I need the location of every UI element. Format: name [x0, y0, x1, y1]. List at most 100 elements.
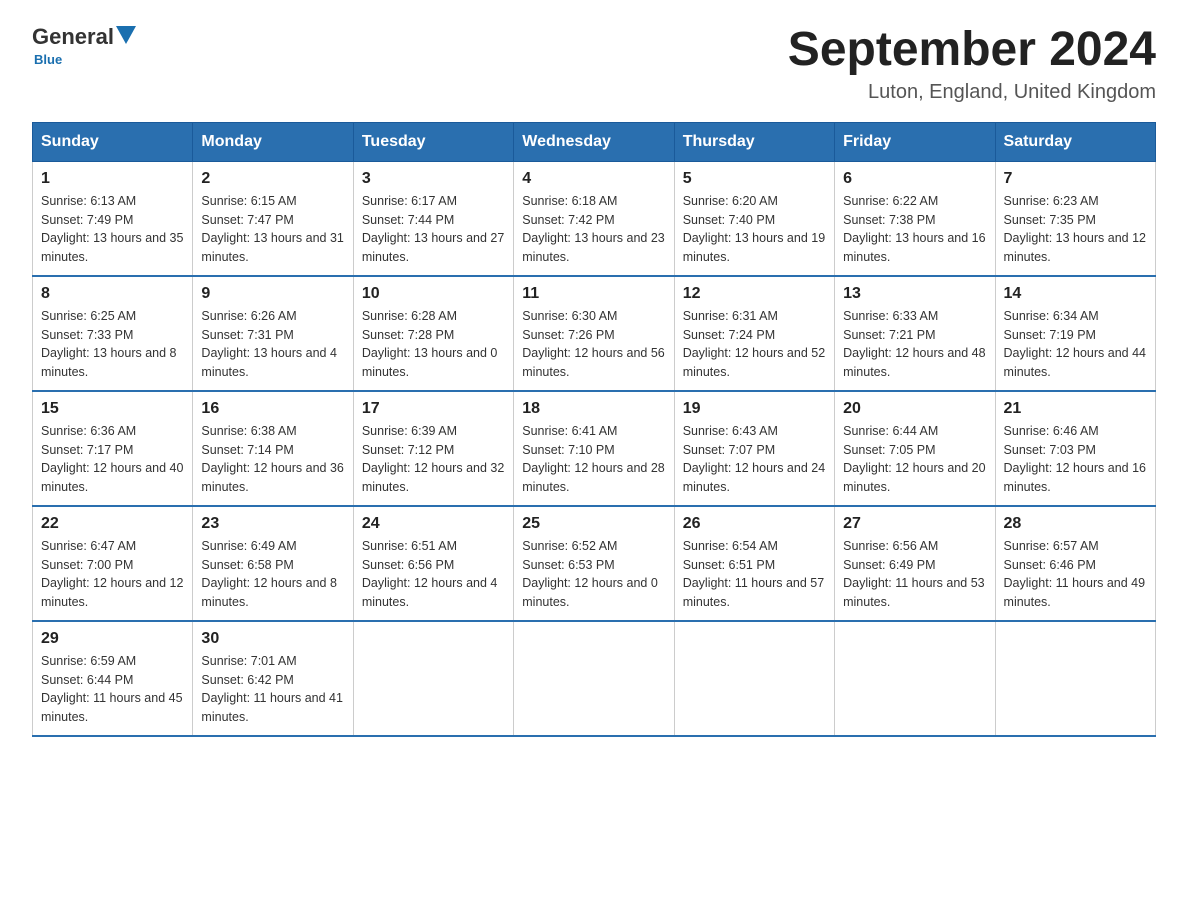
day-number: 7 [1004, 170, 1147, 188]
day-info: Sunrise: 7:01 AMSunset: 6:42 PMDaylight:… [201, 652, 344, 727]
day-number: 5 [683, 170, 826, 188]
logo-tagline: Blue [34, 52, 62, 67]
day-info: Sunrise: 6:28 AMSunset: 7:28 PMDaylight:… [362, 307, 505, 382]
day-info: Sunrise: 6:15 AMSunset: 7:47 PMDaylight:… [201, 192, 344, 267]
day-info: Sunrise: 6:44 AMSunset: 7:05 PMDaylight:… [843, 422, 986, 497]
calendar-cell: 18Sunrise: 6:41 AMSunset: 7:10 PMDayligh… [514, 391, 674, 506]
calendar-cell: 20 Sunrise: 6:44 AMSunset: 7:05 PMDayligh… [835, 391, 995, 506]
calendar-header-row: SundayMondayTuesdayWednesdayThursdayFrid… [33, 122, 1156, 161]
calendar-cell: 9Sunrise: 6:26 AMSunset: 7:31 PMDaylight… [193, 276, 353, 391]
day-info: Sunrise: 6:39 AMSunset: 7:12 PMDaylight:… [362, 422, 505, 497]
day-info: Sunrise: 6:18 AMSunset: 7:42 PMDaylight:… [522, 192, 665, 267]
calendar-header-friday: Friday [835, 122, 995, 161]
day-number: 23 [201, 515, 344, 533]
day-info: Sunrise: 6:52 AMSunset: 6:53 PMDaylight:… [522, 537, 665, 612]
day-number: 27 [843, 515, 986, 533]
calendar-header-sunday: Sunday [33, 122, 193, 161]
day-info: Sunrise: 6:26 AMSunset: 7:31 PMDaylight:… [201, 307, 344, 382]
calendar-cell: 29 Sunrise: 6:59 AMSunset: 6:44 PMDayligh… [33, 621, 193, 736]
calendar-week-row: 29 Sunrise: 6:59 AMSunset: 6:44 PMDayligh… [33, 621, 1156, 736]
day-info: Sunrise: 6:41 AMSunset: 7:10 PMDaylight:… [522, 422, 665, 497]
day-number: 13 [843, 285, 986, 303]
day-info: Sunrise: 6:59 AMSunset: 6:44 PMDaylight:… [41, 652, 184, 727]
day-number: 20 [843, 400, 986, 418]
day-info: Sunrise: 6:23 AMSunset: 7:35 PMDaylight:… [1004, 192, 1147, 267]
calendar-cell: 17Sunrise: 6:39 AMSunset: 7:12 PMDayligh… [353, 391, 513, 506]
day-info: Sunrise: 6:51 AMSunset: 6:56 PMDaylight:… [362, 537, 505, 612]
calendar-cell: 25 Sunrise: 6:52 AMSunset: 6:53 PMDayligh… [514, 506, 674, 621]
calendar-cell [353, 621, 513, 736]
calendar-cell [514, 621, 674, 736]
day-number: 22 [41, 515, 184, 533]
calendar-cell: 28 Sunrise: 6:57 AMSunset: 6:46 PMDayligh… [995, 506, 1155, 621]
day-number: 10 [362, 285, 505, 303]
calendar-cell: 6 Sunrise: 6:22 AMSunset: 7:38 PMDaylight… [835, 161, 995, 276]
calendar-cell: 11 Sunrise: 6:30 AMSunset: 7:26 PMDayligh… [514, 276, 674, 391]
calendar-cell: 21Sunrise: 6:46 AMSunset: 7:03 PMDayligh… [995, 391, 1155, 506]
day-info: Sunrise: 6:38 AMSunset: 7:14 PMDaylight:… [201, 422, 344, 497]
calendar-cell: 19 Sunrise: 6:43 AMSunset: 7:07 PMDayligh… [674, 391, 834, 506]
calendar-cell: 16 Sunrise: 6:38 AMSunset: 7:14 PMDayligh… [193, 391, 353, 506]
calendar-cell: 24 Sunrise: 6:51 AMSunset: 6:56 PMDayligh… [353, 506, 513, 621]
day-info: Sunrise: 6:34 AMSunset: 7:19 PMDaylight:… [1004, 307, 1147, 382]
day-number: 15 [41, 400, 184, 418]
calendar-header-saturday: Saturday [995, 122, 1155, 161]
calendar-cell: 27 Sunrise: 6:56 AMSunset: 6:49 PMDayligh… [835, 506, 995, 621]
page-subtitle: Luton, England, United Kingdom [788, 81, 1156, 104]
day-number: 28 [1004, 515, 1147, 533]
calendar-cell: 4 Sunrise: 6:18 AMSunset: 7:42 PMDaylight… [514, 161, 674, 276]
calendar-cell: 13 Sunrise: 6:33 AMSunset: 7:21 PMDayligh… [835, 276, 995, 391]
calendar-cell: 3Sunrise: 6:17 AMSunset: 7:44 PMDaylight… [353, 161, 513, 276]
day-info: Sunrise: 6:54 AMSunset: 6:51 PMDaylight:… [683, 537, 826, 612]
day-info: Sunrise: 6:17 AMSunset: 7:44 PMDaylight:… [362, 192, 505, 267]
calendar-cell: 14Sunrise: 6:34 AMSunset: 7:19 PMDayligh… [995, 276, 1155, 391]
calendar-header-thursday: Thursday [674, 122, 834, 161]
day-info: Sunrise: 6:33 AMSunset: 7:21 PMDaylight:… [843, 307, 986, 382]
day-number: 24 [362, 515, 505, 533]
calendar-cell [674, 621, 834, 736]
calendar-cell [835, 621, 995, 736]
day-info: Sunrise: 6:57 AMSunset: 6:46 PMDaylight:… [1004, 537, 1147, 612]
day-info: Sunrise: 6:46 AMSunset: 7:03 PMDaylight:… [1004, 422, 1147, 497]
day-info: Sunrise: 6:30 AMSunset: 7:26 PMDaylight:… [522, 307, 665, 382]
calendar-cell: 12Sunrise: 6:31 AMSunset: 7:24 PMDayligh… [674, 276, 834, 391]
day-number: 25 [522, 515, 665, 533]
day-info: Sunrise: 6:25 AMSunset: 7:33 PMDaylight:… [41, 307, 184, 382]
calendar-cell: 30Sunrise: 7:01 AMSunset: 6:42 PMDayligh… [193, 621, 353, 736]
calendar-cell: 5Sunrise: 6:20 AMSunset: 7:40 PMDaylight… [674, 161, 834, 276]
calendar-week-row: 8 Sunrise: 6:25 AMSunset: 7:33 PMDaylight… [33, 276, 1156, 391]
day-info: Sunrise: 6:13 AMSunset: 7:49 PMDaylight:… [41, 192, 184, 267]
page-title: September 2024 [788, 24, 1156, 77]
calendar-cell: 23Sunrise: 6:49 AMSunset: 6:58 PMDayligh… [193, 506, 353, 621]
calendar-header-monday: Monday [193, 122, 353, 161]
calendar-cell [995, 621, 1155, 736]
day-number: 16 [201, 400, 344, 418]
calendar-header-tuesday: Tuesday [353, 122, 513, 161]
calendar-week-row: 1 Sunrise: 6:13 AMSunset: 7:49 PMDaylight… [33, 161, 1156, 276]
calendar-cell: 7 Sunrise: 6:23 AMSunset: 7:35 PMDaylight… [995, 161, 1155, 276]
day-number: 12 [683, 285, 826, 303]
day-number: 11 [522, 285, 665, 303]
day-number: 1 [41, 170, 184, 188]
day-info: Sunrise: 6:36 AMSunset: 7:17 PMDaylight:… [41, 422, 184, 497]
calendar-week-row: 22 Sunrise: 6:47 AMSunset: 7:00 PMDayligh… [33, 506, 1156, 621]
calendar-cell: 1 Sunrise: 6:13 AMSunset: 7:49 PMDaylight… [33, 161, 193, 276]
calendar-cell: 15 Sunrise: 6:36 AMSunset: 7:17 PMDayligh… [33, 391, 193, 506]
day-number: 19 [683, 400, 826, 418]
calendar-table: SundayMondayTuesdayWednesdayThursdayFrid… [32, 122, 1156, 737]
day-info: Sunrise: 6:22 AMSunset: 7:38 PMDaylight:… [843, 192, 986, 267]
logo: General Blue [32, 24, 136, 67]
page-header: General Blue September 2024 Luton, Engla… [32, 24, 1156, 104]
calendar-week-row: 15 Sunrise: 6:36 AMSunset: 7:17 PMDayligh… [33, 391, 1156, 506]
day-number: 8 [41, 285, 184, 303]
day-number: 4 [522, 170, 665, 188]
day-info: Sunrise: 6:43 AMSunset: 7:07 PMDaylight:… [683, 422, 826, 497]
day-number: 6 [843, 170, 986, 188]
calendar-cell: 8 Sunrise: 6:25 AMSunset: 7:33 PMDaylight… [33, 276, 193, 391]
day-number: 29 [41, 630, 184, 648]
calendar-cell: 22 Sunrise: 6:47 AMSunset: 7:00 PMDayligh… [33, 506, 193, 621]
day-info: Sunrise: 6:47 AMSunset: 7:00 PMDaylight:… [41, 537, 184, 612]
day-info: Sunrise: 6:56 AMSunset: 6:49 PMDaylight:… [843, 537, 986, 612]
logo-triangle-icon [116, 26, 136, 44]
day-number: 26 [683, 515, 826, 533]
